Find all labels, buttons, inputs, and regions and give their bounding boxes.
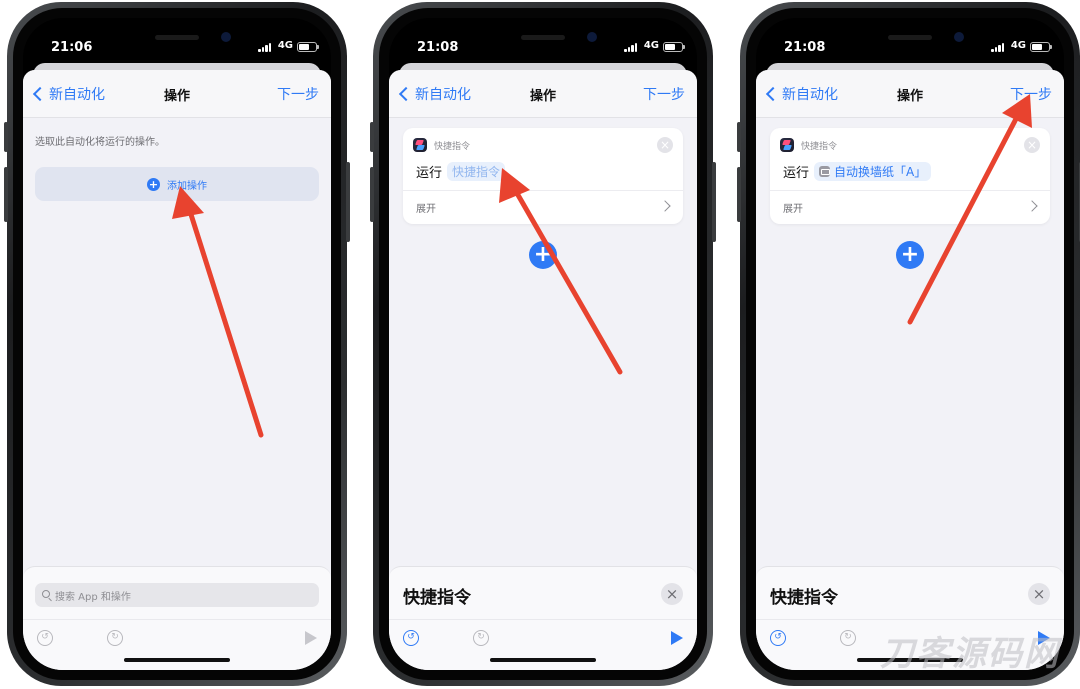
run-label: 运行	[416, 166, 443, 181]
play-icon[interactable]	[305, 631, 317, 645]
divider	[389, 619, 697, 620]
panel-title: 快捷指令	[770, 588, 838, 608]
nav-bar: 新自动化 操作 下一步	[389, 70, 697, 118]
wallpaper-icon	[819, 166, 831, 177]
network-type: 4G	[1010, 40, 1026, 51]
divider	[770, 190, 1050, 191]
side-button	[4, 122, 8, 152]
status-time: 21:08	[784, 40, 826, 55]
search-icon	[42, 590, 50, 598]
status-time: 21:06	[51, 40, 93, 55]
redo-icon[interactable]: ↻	[473, 630, 489, 646]
side-button	[346, 162, 350, 242]
search-input[interactable]: 搜索 App 和操作	[35, 583, 319, 607]
speaker	[521, 35, 565, 40]
run-row: 运行 自动换墙纸「A」	[783, 162, 932, 181]
add-action-plus-button[interactable]: +	[529, 241, 557, 269]
network-type: 4G	[277, 40, 293, 51]
speaker	[155, 35, 199, 40]
run-row: 运行 快捷指令	[416, 162, 506, 181]
phone-bezel: 21:08 4G 新自动化 操作 下一步	[379, 8, 707, 680]
add-action-plus-button[interactable]: +	[896, 241, 924, 269]
screen-1: 21:06 4G 新自动化 操作 下一步 选取此自动化将运行的操作。 + 添加操…	[23, 18, 331, 670]
hint-text: 选取此自动化将运行的操作。	[35, 137, 165, 148]
shortcuts-app-icon	[780, 138, 794, 152]
network-type: 4G	[643, 40, 659, 51]
shortcut-name: 自动换墙纸「A」	[834, 165, 927, 179]
phone-frame-1: 21:06 4G 新自动化 操作 下一步 选取此自动化将运行的操作。 + 添加操…	[4, 2, 350, 686]
plus-icon: +	[147, 177, 160, 191]
watermark: 刀客源码网	[880, 634, 1060, 674]
close-icon[interactable]: ×	[661, 583, 683, 605]
divider	[403, 190, 683, 191]
divider	[23, 619, 331, 620]
phone-bezel: 21:08 4G 新自动化 操作 下一步	[746, 8, 1074, 680]
shortcut-parameter-token[interactable]: 自动换墙纸「A」	[814, 162, 932, 181]
chevron-right-icon[interactable]	[659, 200, 671, 212]
signal-icon	[624, 43, 637, 52]
phone-frame-2: 21:08 4G 新自动化 操作 下一步 快捷指令 × 运行 快捷指令 展开 +…	[370, 2, 716, 686]
shortcuts-app-icon	[413, 138, 427, 152]
side-button	[370, 122, 374, 152]
speaker	[888, 35, 932, 40]
phone-bezel: 21:06 4G 新自动化 操作 下一步 选取此自动化将运行的操作。 + 添加操…	[13, 8, 341, 680]
camera	[587, 32, 597, 42]
close-icon[interactable]: ×	[1028, 583, 1050, 605]
add-action-label: 添加操作	[167, 180, 207, 192]
panel-title: 快捷指令	[403, 588, 471, 608]
battery-icon	[663, 42, 685, 52]
camera	[221, 32, 231, 42]
run-label: 运行	[783, 166, 810, 181]
divider	[756, 619, 1064, 620]
undo-icon[interactable]: ↺	[770, 630, 786, 646]
run-shortcut-action-card[interactable]: 快捷指令 × 运行 快捷指令 展开	[403, 128, 683, 224]
shortcut-parameter-token[interactable]: 快捷指令	[447, 162, 506, 181]
redo-icon[interactable]: ↻	[107, 630, 123, 646]
next-button[interactable]: 下一步	[277, 84, 319, 104]
close-icon[interactable]: ×	[657, 137, 673, 153]
nav-bar: 新自动化 操作 下一步	[23, 70, 331, 118]
battery-icon	[1030, 42, 1052, 52]
redo-icon[interactable]: ↻	[840, 630, 856, 646]
action-app-name: 快捷指令	[434, 142, 471, 152]
action-app-name: 快捷指令	[801, 142, 838, 152]
battery-icon	[297, 42, 319, 52]
expand-label[interactable]: 展开	[416, 200, 436, 215]
nav-bar: 新自动化 操作 下一步	[756, 70, 1064, 118]
undo-icon[interactable]: ↺	[37, 630, 53, 646]
screen-2: 21:08 4G 新自动化 操作 下一步 快捷指令 × 运行 快捷指令 展开 +…	[389, 18, 697, 670]
expand-label[interactable]: 展开	[783, 200, 803, 215]
status-time: 21:08	[417, 40, 459, 55]
phone-frame-3: 21:08 4G 新自动化 操作 下一步 快捷指令 × 运行 自动换墙纸「A」 …	[737, 2, 1080, 686]
search-placeholder: 搜索 App 和操作	[55, 591, 131, 603]
side-button	[370, 167, 374, 222]
add-action-button[interactable]: + 添加操作	[35, 167, 319, 201]
home-indicator	[490, 658, 596, 662]
close-icon[interactable]: ×	[1024, 137, 1040, 153]
camera	[954, 32, 964, 42]
shortcuts-panel: 快捷指令 × ↺ ↻	[389, 566, 697, 670]
chevron-right-icon[interactable]	[1026, 200, 1038, 212]
play-icon[interactable]	[671, 631, 683, 645]
actions-sheet: 新自动化 操作 下一步 选取此自动化将运行的操作。 + 添加操作 搜索 App …	[23, 70, 331, 670]
side-button	[712, 162, 716, 242]
side-button	[737, 122, 741, 152]
side-button	[737, 167, 741, 222]
side-button	[4, 167, 8, 222]
signal-icon	[258, 43, 271, 52]
next-button[interactable]: 下一步	[643, 84, 685, 104]
signal-icon	[991, 43, 1004, 52]
run-shortcut-action-card[interactable]: 快捷指令 × 运行 自动换墙纸「A」 展开	[770, 128, 1050, 224]
home-indicator	[124, 658, 230, 662]
undo-icon[interactable]: ↺	[403, 630, 419, 646]
next-button[interactable]: 下一步	[1010, 84, 1052, 104]
screen-3: 21:08 4G 新自动化 操作 下一步 快捷指令 × 运行 自动换墙纸「A」 …	[756, 18, 1064, 670]
actions-sheet: 新自动化 操作 下一步 快捷指令 × 运行 自动换墙纸「A」 展开 + 快捷指令…	[756, 70, 1064, 670]
action-search-panel: 搜索 App 和操作 ↺ ↻	[23, 566, 331, 670]
actions-sheet: 新自动化 操作 下一步 快捷指令 × 运行 快捷指令 展开 + 快捷指令 × ↺…	[389, 70, 697, 670]
